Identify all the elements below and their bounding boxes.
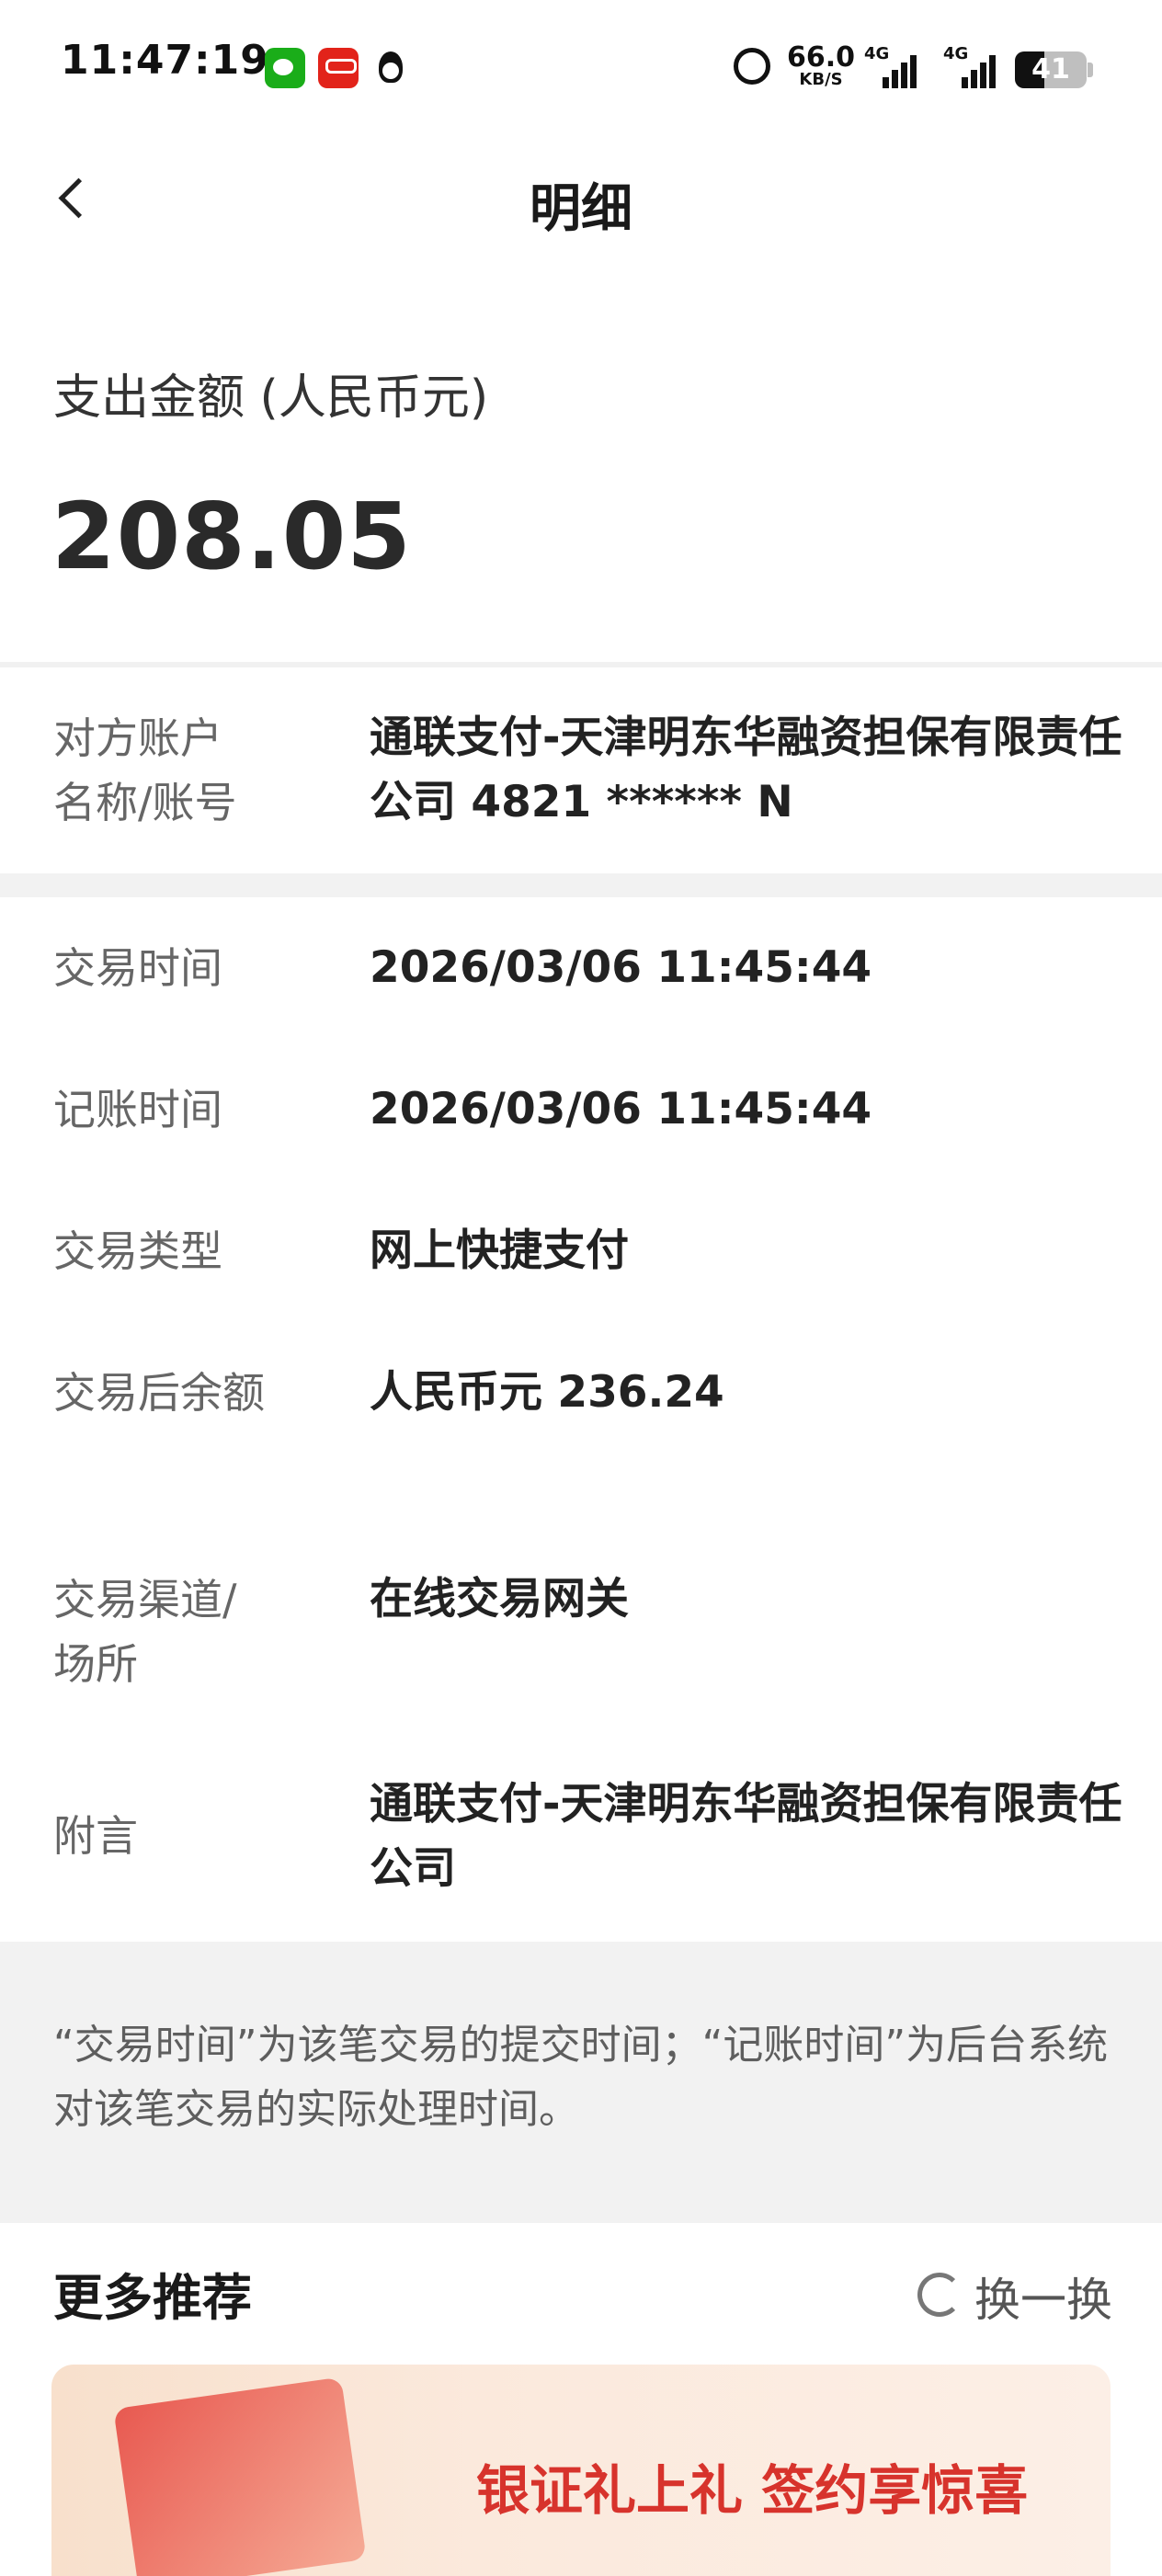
detail-label-trade-type: 交易类型 [53,1226,222,1276]
counterparty-label: 对方账户 名称/账号 [53,706,292,835]
amount-label: 支出金额 (人民币元) [53,370,489,426]
section-divider [0,873,1162,897]
wechat-icon [265,48,305,88]
battery-icon: 41 [1015,51,1087,88]
unionpay-icon [318,48,359,88]
counterparty-value: 通联支付-天津明东华融资担保有限责任公司 4821 ****** N [370,712,1122,827]
promo-banner[interactable]: 银证礼上礼 签约享惊喜 [51,2365,1111,2576]
detail-value-remark: 通联支付-天津明东华融资担保有限责任公司 [370,1779,1122,1894]
promo-text: 银证礼上礼 签约享惊喜 [476,2459,1029,2522]
signal-label: 4G [864,44,890,63]
refresh-icon[interactable] [917,2273,962,2317]
recommend-title: 更多推荐 [53,2269,252,2327]
signal-icon: 4G [864,44,919,90]
signal-icon: 4G [943,44,998,90]
alarm-icon [734,48,770,85]
speed-unit: KB/S [799,70,843,89]
status-bar: 11:47:19 66.0 KB/S 4G 4G 41 [0,0,1162,138]
network-speed: 66.0 KB/S [787,44,855,88]
counterparty-label-line1: 对方账户 [53,713,222,763]
page-title: 明细 [530,179,632,239]
divider [0,662,1162,667]
qq-icon [371,48,412,88]
detail-value-post-time: 2026/03/06 11:45:44 [370,1084,872,1134]
detail-value-trade-time: 2026/03/06 11:45:44 [370,942,872,993]
battery-level: 41 [1031,53,1070,85]
detail-label-trade-time: 交易时间 [53,943,222,993]
refresh-button[interactable]: 换一换 [974,2263,1112,2330]
note-text: “交易时间”为该笔交易的提交时间；“记账时间”为后台系统对该笔交易的实际处理时间… [53,2022,1109,2133]
nav-bar: 明细 [0,138,1162,257]
detail-label-post-time: 记账时间 [53,1085,222,1134]
status-time: 11:47:19 [61,37,269,84]
detail-value-balance: 人民币元 236.24 [370,1367,724,1418]
detail-value-trade-type: 网上快捷支付 [370,1225,629,1276]
detail-label-channel: 交易渠道/场所 [53,1575,237,1689]
promo-image [113,2377,367,2576]
amount-value: 208.05 [51,483,412,590]
counterparty-label-line2: 名称/账号 [53,778,237,827]
detail-value-channel: 在线交易网关 [370,1574,629,1624]
speed-value: 66.0 [787,41,856,74]
signal-label: 4G [943,44,969,63]
detail-label-balance: 交易后余额 [53,1368,265,1418]
detail-label-remark: 附言 [53,1811,138,1861]
